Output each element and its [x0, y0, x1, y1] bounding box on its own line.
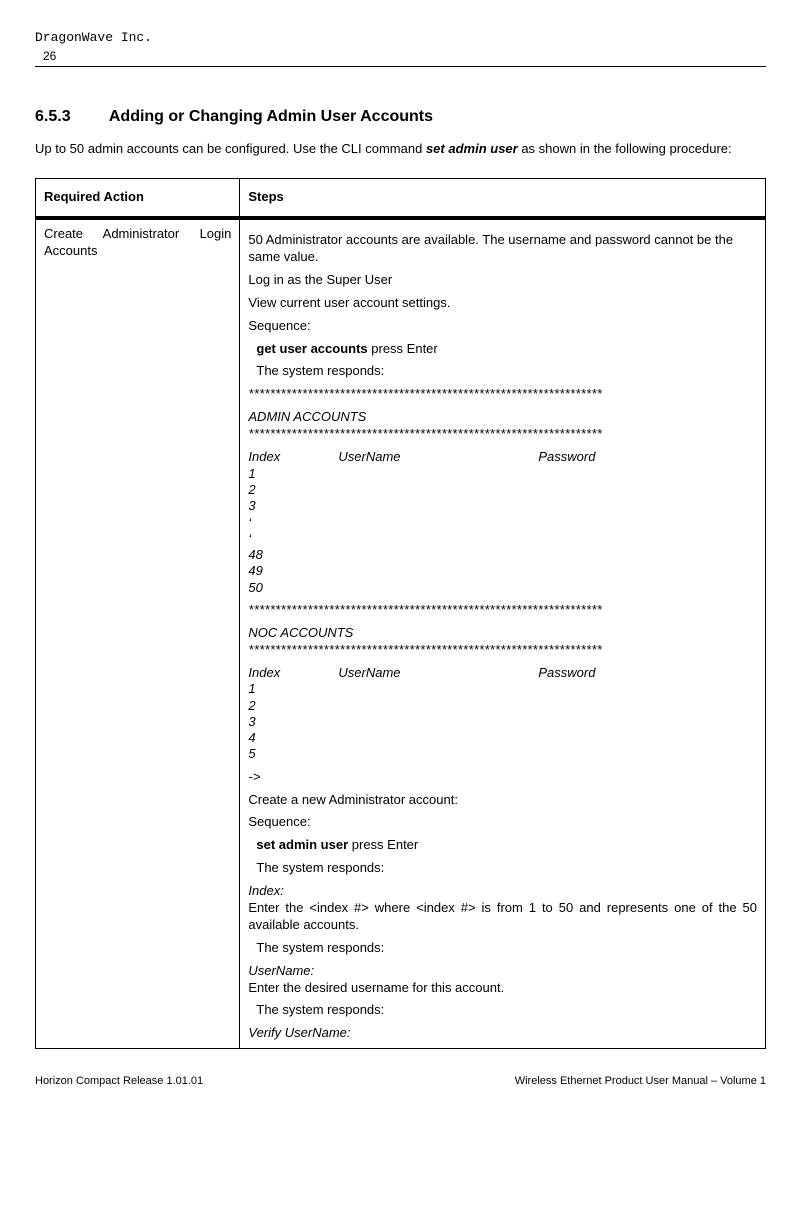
- steps-cell: 50 Administrator accounts are available.…: [240, 218, 766, 1049]
- noc-row-1: 1: [248, 681, 757, 697]
- noc-row-4: 4: [248, 730, 757, 746]
- section-heading: 6.5.3 Adding or Changing Admin User Acco…: [35, 107, 766, 128]
- procedure-table: Required Action Steps Create Administrat…: [35, 178, 766, 1049]
- noc-row-2: 2: [248, 698, 757, 714]
- noc-accounts-header: NOC ACCOUNTS: [248, 625, 757, 642]
- sequence-label: Sequence:: [248, 318, 757, 335]
- row-dot: ‘: [248, 531, 757, 547]
- noc-row-5: 5: [248, 746, 757, 762]
- cmd-set-rest: press Enter: [348, 837, 418, 852]
- system-responds-4: The system responds:: [256, 1002, 757, 1019]
- col-header-action: Required Action: [36, 179, 240, 218]
- prompt-username: UserName:: [248, 963, 757, 980]
- row-1: 1: [248, 466, 757, 482]
- star-divider: ****************************************…: [248, 386, 757, 403]
- col-username: UserName: [338, 449, 538, 466]
- prompt-verify-username: Verify UserName:: [248, 1025, 757, 1042]
- row-48: 48: [248, 547, 757, 563]
- star-divider: ****************************************…: [248, 642, 757, 659]
- col-password: Password: [538, 449, 595, 466]
- row-50: 50: [248, 580, 757, 596]
- username-instruction: Enter the desired username for this acco…: [248, 980, 757, 997]
- system-responds-1: The system responds:: [256, 363, 757, 380]
- sequence-label-2: Sequence:: [248, 814, 757, 831]
- intro-after: as shown in the following procedure:: [518, 141, 732, 156]
- table-row: Create Administrator Login Accounts 50 A…: [36, 218, 766, 1049]
- cmd-get-rest: press Enter: [368, 341, 438, 356]
- intro-paragraph: Up to 50 admin accounts can be configure…: [35, 141, 766, 158]
- intro-before: Up to 50 admin accounts can be configure…: [35, 141, 426, 156]
- row-49: 49: [248, 563, 757, 579]
- system-responds-3: The system responds:: [256, 940, 757, 957]
- row-3: 3: [248, 498, 757, 514]
- prompt-index: Index:: [248, 883, 757, 900]
- footer-right: Wireless Ethernet Product User Manual – …: [515, 1074, 766, 1088]
- section-title: Adding or Changing Admin User Accounts: [109, 108, 433, 125]
- star-divider: ****************************************…: [248, 426, 757, 443]
- col-index: Index: [248, 665, 338, 682]
- company-name: DragonWave Inc.: [35, 30, 766, 47]
- sequence-cmd-set: set admin user press Enter: [256, 837, 757, 854]
- sequence-cmd-get: get user accounts press Enter: [256, 341, 757, 358]
- star-divider: ****************************************…: [248, 602, 757, 619]
- steps-availability: 50 Administrator accounts are available.…: [248, 232, 757, 266]
- admin-column-row: Index UserName Password: [248, 449, 757, 466]
- col-header-steps: Steps: [240, 179, 766, 218]
- col-index: Index: [248, 449, 338, 466]
- cmd-set-admin-user: set admin user: [256, 837, 348, 852]
- row-2: 2: [248, 482, 757, 498]
- col-password: Password: [538, 665, 595, 682]
- row-dot: ‘: [248, 515, 757, 531]
- create-account-label: Create a new Administrator account:: [248, 792, 757, 809]
- system-responds-2: The system responds:: [256, 860, 757, 877]
- cmd-get-user-accounts: get user accounts: [256, 341, 367, 356]
- noc-column-row: Index UserName Password: [248, 665, 757, 682]
- cli-prompt: ->: [248, 769, 757, 786]
- col-username: UserName: [338, 665, 538, 682]
- action-cell: Create Administrator Login Accounts: [36, 218, 240, 1049]
- section-number: 6.5.3: [35, 107, 105, 128]
- page-footer: Horizon Compact Release 1.01.01 Wireless…: [35, 1074, 766, 1088]
- intro-command: set admin user: [426, 141, 518, 156]
- admin-accounts-header: ADMIN ACCOUNTS: [248, 409, 757, 426]
- steps-view: View current user account settings.: [248, 295, 757, 312]
- noc-row-3: 3: [248, 714, 757, 730]
- page-number-top: 26: [35, 49, 766, 68]
- steps-login: Log in as the Super User: [248, 272, 757, 289]
- footer-left: Horizon Compact Release 1.01.01: [35, 1074, 203, 1088]
- index-instruction: Enter the <index #> where <index #> is f…: [248, 900, 757, 934]
